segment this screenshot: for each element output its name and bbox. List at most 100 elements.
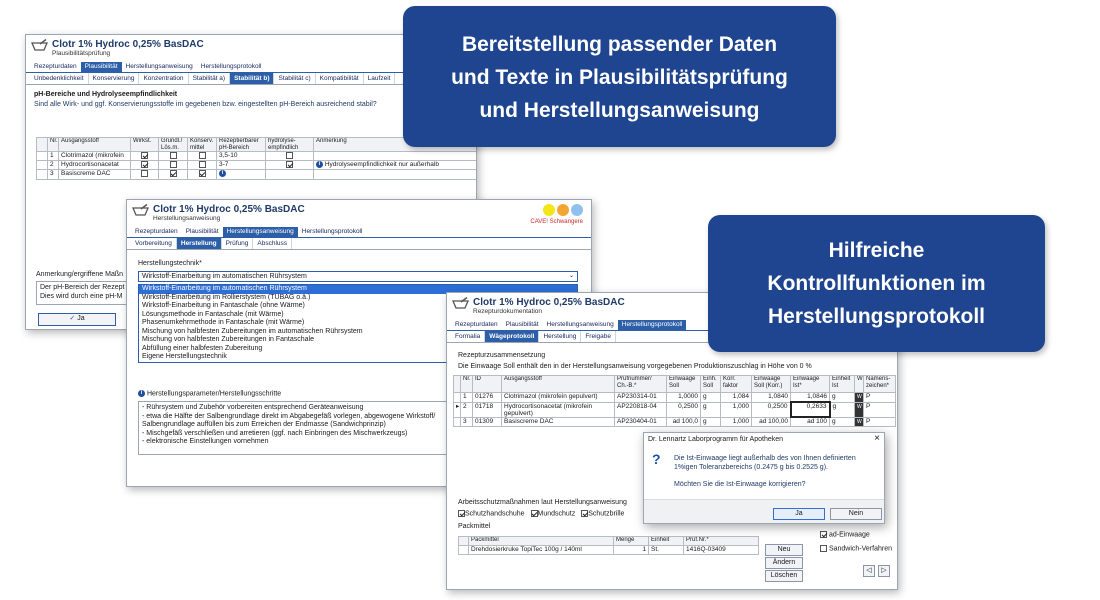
subtab-stabilitaet-c[interactable]: Stabilität c) [274, 73, 316, 84]
mortar-icon [132, 204, 149, 216]
aendern-button[interactable]: Ändern [765, 557, 803, 569]
window-title: Clotr 1% Hydroc 0,25% BasDAC [52, 39, 204, 50]
row-note [313, 150, 476, 162]
callout-control-functions: Hilfreiche Kontrollfunktionen im Herstel… [708, 215, 1045, 352]
info-icon[interactable]: i [138, 390, 145, 397]
tab-plausibilitaet[interactable]: Plausibilität [182, 227, 223, 237]
weighing-table: Nr. ID Ausgangsstoff Prüfnummer/ Ch.-B.*… [453, 375, 896, 427]
table-row[interactable]: 2 Hydrocortisonacetat 3-7 i Hydrolyseemp… [36, 160, 476, 171]
subtab-unbedenklichkeit[interactable]: Unbedenklichkeit [30, 73, 89, 84]
callout-data-texts: Bereitstellung passender Daten und Texte… [403, 6, 836, 147]
ja-button[interactable]: ✓ Ja [38, 313, 116, 326]
neu-button[interactable]: Neu [765, 544, 803, 556]
check-icon: ✓ [69, 315, 76, 322]
ad-einwaage-checkbox[interactable] [820, 531, 827, 538]
params-label-row: i Herstellungsparameter/Herstellungsschr… [138, 390, 281, 397]
subtab-konservierung[interactable]: Konservierung [89, 73, 140, 84]
grundl-checkbox[interactable] [169, 161, 177, 169]
subtab-formalia[interactable]: Formalia [451, 331, 486, 342]
subtab-stabilitaet-b[interactable]: Stabilität b) [230, 73, 275, 84]
table-row[interactable]: ▸ 2 01718 Hydrocortisonacetat (mikrofein… [453, 401, 896, 418]
wirkst-checkbox[interactable] [141, 152, 148, 159]
subtab-pruefung[interactable]: Prüfung [222, 238, 254, 249]
window-subtitle: Herstellungsanweisung [153, 215, 221, 222]
prev-button[interactable]: ◁ [863, 565, 875, 577]
technik-select[interactable]: Wirkstoff-Einarbeitung im automatischen … [138, 271, 578, 282]
no-button[interactable]: Nein [830, 508, 882, 520]
table-row[interactable]: 1 Clotrimazol (mikrofein 3,5-10 [36, 150, 476, 162]
subtab-waegeprotokoll[interactable]: Wägeprotokoll [485, 331, 540, 342]
grundl-checkbox[interactable] [169, 170, 177, 178]
tab-plausibilitaet[interactable]: Plausibilität [80, 62, 122, 72]
schutzhandschuhe-checkbox[interactable] [458, 510, 465, 517]
subtab-laufzeit[interactable]: Laufzeit [364, 73, 396, 84]
hydrolyse-checkbox[interactable] [286, 152, 293, 159]
sub-tabs: Vorbereitung Herstellung Prüfung Abschlu… [127, 238, 591, 250]
subtab-abschluss[interactable]: Abschluss [253, 238, 293, 249]
konserv-checkbox[interactable] [198, 152, 206, 159]
row-nr: 3 [47, 169, 59, 180]
wirkst-checkbox[interactable] [141, 161, 148, 169]
subtab-stabilitaet-a[interactable]: Stabilität a) [189, 73, 231, 84]
col-konserv: Konserv. mittel [187, 137, 217, 152]
wirkst-checkbox[interactable] [141, 170, 148, 178]
section-title: pH-Bereiche und Hydrolyseempfindlichkeit [34, 91, 178, 98]
tab-herstellungsprotokoll[interactable]: Herstellungsprotokoll [298, 227, 367, 237]
col-namenszeichen: Namens- zeichen* [863, 375, 896, 393]
chevron-down-icon: ⌄ [568, 273, 574, 279]
subtab-konzentration[interactable]: Konzentration [139, 73, 189, 84]
col-einwaage-soll: Einwaage Soll [666, 375, 701, 393]
tab-herstellungsanweisung[interactable]: Herstellungsanweisung [122, 62, 197, 72]
col-w: W [854, 375, 864, 393]
tab-herstellungsprotokoll[interactable]: Herstellungsprotokoll [617, 320, 687, 330]
yes-button[interactable]: Ja [773, 508, 825, 520]
table-row[interactable]: Drehdosierkruke TopiTec 100g / 140ml 1 S… [458, 545, 759, 555]
col-nr: Nr. [47, 137, 59, 152]
table-header-row: Packmittel Menge Einheit Prüf.Nr.* [458, 536, 759, 546]
params-field[interactable]: - Rührsystem und Zubehör vorbereiten ent… [138, 401, 462, 455]
subtab-kompatibilitaet[interactable]: Kompatibilität [316, 73, 364, 84]
hydrolyse-checkbox[interactable] [286, 161, 293, 169]
arbeitsschutz-label: Arbeitsschutzmaßnahmen laut Herstellungs… [458, 499, 627, 506]
close-icon[interactable]: × [874, 433, 880, 444]
col-ausgangsstoff: Ausgangsstoff [58, 137, 131, 152]
tab-herstellungsanweisung[interactable]: Herstellungsanweisung [543, 320, 618, 330]
table-row[interactable]: 3 01309 Basiscreme DAC AP230404-01 ad 10… [453, 416, 896, 427]
arrow-left-icon: ◁ [866, 567, 872, 574]
col-einheit-ist: Einheit Ist [829, 375, 855, 393]
next-button[interactable]: ▷ [878, 565, 890, 577]
tab-rezepturdaten[interactable]: Rezepturdaten [451, 320, 502, 330]
tab-herstellungsanweisung[interactable]: Herstellungsanweisung [222, 227, 298, 237]
dialog-title: Dr. Lennartz Laborprogramm für Apotheken [648, 436, 784, 443]
window-title: Clotr 1% Hydroc 0,25% BasDAC [153, 204, 305, 215]
col-einh-soll: Einh. Soll [700, 375, 721, 393]
table-row[interactable]: 3 Basiscreme DAC i [36, 169, 476, 180]
tab-plausibilitaet[interactable]: Plausibilität [502, 320, 543, 330]
konserv-checkbox[interactable] [198, 170, 206, 178]
mortar-icon [31, 39, 48, 51]
loeschen-button[interactable]: Löschen [765, 570, 803, 582]
info-icon[interactable]: i [316, 161, 323, 169]
ad-einwaage-option: ad-Einwaage [820, 531, 870, 538]
ist-input[interactable]: 0,2633 [789, 401, 831, 418]
tab-rezepturdaten[interactable]: Rezepturdaten [131, 227, 182, 237]
col-einwaage-ist: Einwaage Ist* [790, 375, 830, 393]
subtab-freigabe[interactable]: Freigabe [581, 331, 616, 342]
tab-rezepturdaten[interactable]: Rezepturdaten [30, 62, 81, 72]
subtab-herstellung[interactable]: Herstellung [539, 331, 582, 342]
subtab-herstellung[interactable]: Herstellung [176, 238, 222, 249]
mundschutz-checkbox[interactable] [530, 510, 538, 517]
cave-label: CAVE! Schwangere [530, 219, 583, 225]
info-icon[interactable]: i [219, 170, 226, 178]
subtab-vorbereitung[interactable]: Vorbereitung [131, 238, 177, 249]
sandwich-checkbox[interactable] [820, 545, 827, 552]
konserv-checkbox[interactable] [198, 161, 206, 169]
question-icon: ? [652, 451, 661, 467]
schutzbrille-checkbox[interactable] [581, 510, 589, 517]
grundl-checkbox[interactable] [169, 152, 177, 159]
col-grundl: Grundl./ Lös.m. [158, 137, 188, 152]
warning-dialog: Dr. Lennartz Laborprogramm für Apotheken… [643, 432, 885, 524]
row-nr: 2 [47, 160, 59, 171]
tab-herstellungsprotokoll[interactable]: Herstellungsprotokoll [197, 62, 266, 72]
table-row[interactable]: 1 01276 Clotrimazol (mikrofein gepulvert… [453, 392, 896, 403]
